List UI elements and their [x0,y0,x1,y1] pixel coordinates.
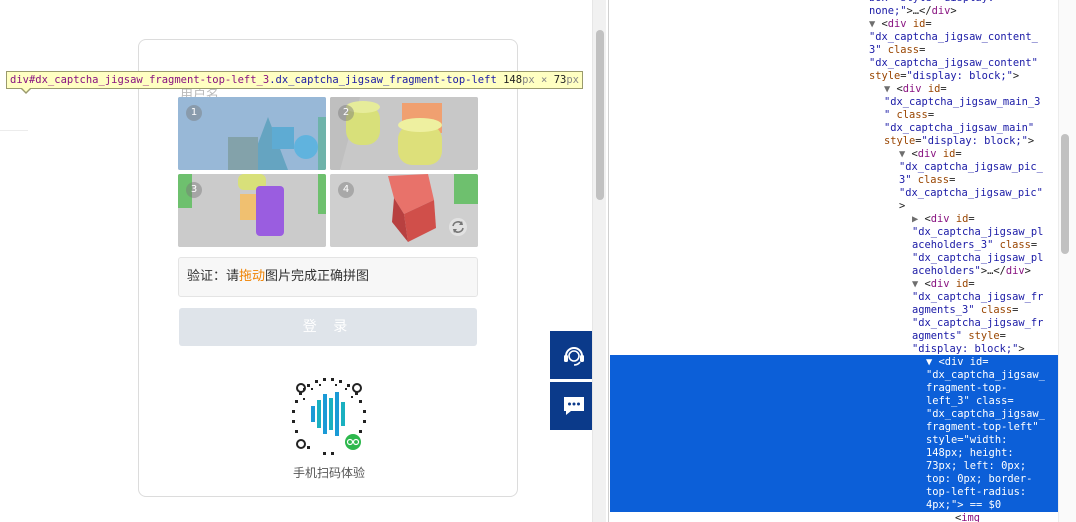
dom-node-line[interactable]: agments_3" class= [912,304,1018,317]
page: 用户名 1 2 3 4 验证：请拖动图片完成正确拼图 登 录 手机扫码体验 di… [0,0,1076,522]
captcha-tile-1[interactable]: 1 [178,97,326,170]
login-card: 用户名 1 2 3 4 验证：请拖动图片完成正确拼图 登 录 手机扫码体验 [138,39,518,497]
dom-node-line[interactable]: > [899,200,905,213]
qr-caption: 手机扫码体验 [292,466,365,480]
dom-node-line-selected[interactable]: "dx_captcha_jigsaw_ [926,369,1045,382]
dom-node-line[interactable]: style="display: block;"> [884,135,1034,148]
instruction-suffix: 图片完成正确拼图 [265,269,370,284]
dom-node-line[interactable]: ▼ <div id= [899,148,962,161]
dom-node-line[interactable]: "dx_captcha_jigsaw_main" [884,122,1034,135]
dom-node-line[interactable]: "dx_captcha_jigsaw_content_ [869,31,1038,44]
website-viewport: 用户名 1 2 3 4 验证：请拖动图片完成正确拼图 登 录 手机扫码体验 di… [0,0,606,522]
captcha-instruction: 验证：请拖动图片完成正确拼图 [178,257,478,297]
customer-service-button[interactable] [550,331,598,379]
dom-node-line-selected[interactable]: ▼ <div id= [926,356,989,369]
dom-node-line[interactable]: "dx_captcha_jigsaw_fr [912,291,1043,304]
dom-node-line[interactable]: " class= [884,109,934,122]
devtools-elements-panel: box" style="display:none;">…</div>▼ <div… [608,0,1076,522]
dom-node-line[interactable]: ▼ <div id= [884,83,947,96]
dom-node-line-selected[interactable]: style="width: [926,434,1007,447]
dom-node-line[interactable]: "dx_captcha_jigsaw_content" [869,57,1038,70]
chat-icon [564,397,584,415]
instruction-highlight: 拖动 [239,269,266,284]
dom-node-line-selected[interactable]: 73px; left: 0px; [926,460,1026,473]
dom-node-line[interactable]: none;">…</div> [869,5,957,18]
login-button[interactable]: 登 录 [179,308,477,346]
dom-node-line[interactable]: style="display: block;"> [869,70,1019,83]
dom-node-line-selected[interactable]: 4px;"> == $0 [926,499,1001,512]
tile-number: 4 [338,182,354,198]
dom-node-line[interactable]: "dx_captcha_jigsaw_pl [912,252,1043,265]
customer-service-icon [564,347,584,366]
tooltip-height: 73 [553,74,567,86]
captcha-tile-3[interactable]: 3 [178,174,326,247]
devtools-scrollbar-thumb[interactable] [1061,134,1069,254]
tile-number: 2 [338,105,354,121]
dom-node-line-selected[interactable]: top-left-radius: [926,486,1026,499]
dom-node-line-selected[interactable]: 148px; height: [926,447,1014,460]
dom-node-line[interactable]: 3" class= [869,44,925,57]
dom-node-line[interactable]: ▶ <div id= [912,213,975,226]
dom-node-line[interactable]: 3" class= [899,174,955,187]
tile-number: 1 [186,105,202,121]
page-scrollbar-thumb[interactable] [596,30,604,200]
dom-node-line[interactable]: "dx_captcha_jigsaw_fr [912,317,1043,330]
qr-code-icon [288,375,370,457]
dom-node-line[interactable]: "dx_captcha_jigsaw_main_3 [884,96,1040,109]
dom-node-line[interactable]: <img [955,512,980,522]
dom-node-line[interactable]: "display: block;"> [912,343,1025,356]
dom-node-line-selected[interactable]: left_3" class= [926,395,1014,408]
captcha-tile-2[interactable]: 2 [330,97,478,170]
dom-node-line-selected[interactable]: "dx_captcha_jigsaw_ [926,408,1045,421]
refresh-icon[interactable] [448,217,468,237]
dom-node-line[interactable]: "dx_captcha_jigsaw_pl [912,226,1043,239]
tooltip-selector-id: div#dx_captcha_jigsaw_fragment-top-left_… [10,74,270,86]
divider [0,130,28,131]
tooltip-times: × [541,74,548,86]
captcha-jigsaw: 1 2 3 4 [178,97,478,247]
dom-node-line-selected[interactable]: top: 0px; border- [926,473,1032,486]
captcha-tile-4[interactable]: 4 [330,174,478,247]
tile-number: 3 [186,182,202,198]
dom-node-line[interactable]: aceholders_3" class= [912,239,1037,252]
dom-node-line[interactable]: aceholders">…</div> [912,265,1031,278]
dom-node-line[interactable]: "dx_captcha_jigsaw_pic" [899,187,1043,200]
tooltip-arrow [20,87,32,94]
dom-node-line[interactable]: "dx_captcha_jigsaw_pic_ [899,161,1043,174]
dom-node-line-selected[interactable]: fragment-top-left" [926,421,1039,434]
devtools-scrollbar-track[interactable] [1058,0,1076,522]
dom-node-line[interactable]: agments" style= [912,330,1006,343]
dom-node-line-selected[interactable]: fragment-top- [926,382,1007,395]
dom-node-line[interactable]: ▼ <div id= [869,18,932,31]
tooltip-width: 148 [503,74,523,86]
chat-button[interactable] [550,382,598,430]
instruction-prefix: 验证：请 [187,269,240,284]
inspector-tooltip: div#dx_captcha_jigsaw_fragment-top-left_… [6,71,584,89]
tooltip-selector-class: .dx_captcha_jigsaw_fragment-top-left [269,74,497,86]
tooltip-unit: px [566,74,580,86]
dom-node-line[interactable]: ▼ <div id= [912,278,975,291]
tooltip-unit: px [522,74,535,86]
